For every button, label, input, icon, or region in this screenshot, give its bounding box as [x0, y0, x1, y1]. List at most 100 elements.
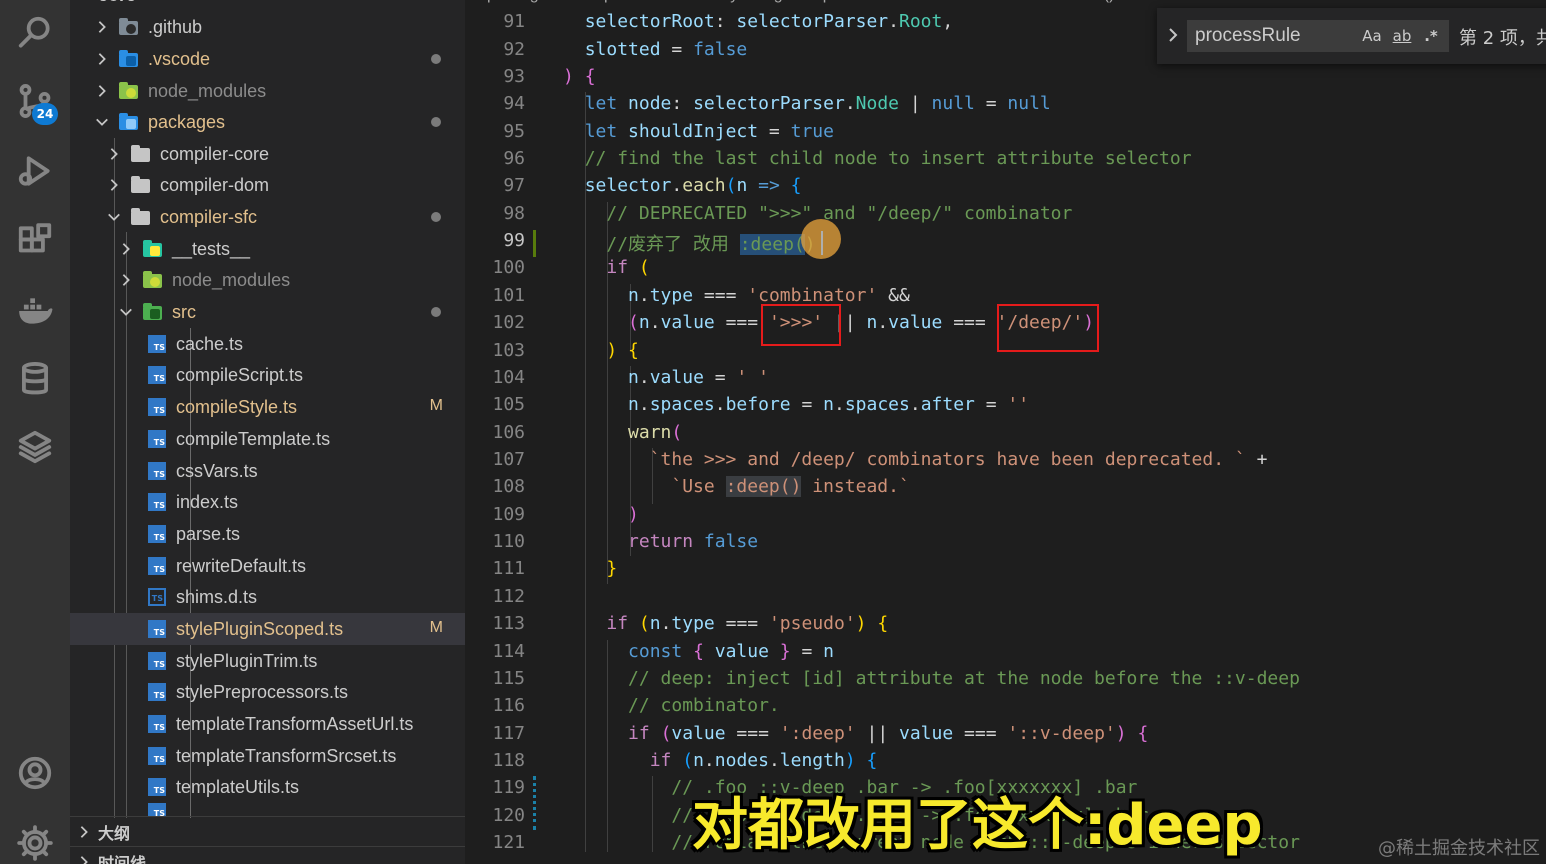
tree-folder-compiler-core[interactable]: compiler-core [70, 138, 465, 170]
timeline-section-header[interactable]: 时间线 [70, 846, 465, 864]
code-line[interactable]: 116 // combinator. [465, 695, 1546, 722]
code-line[interactable]: 96 // find the last child node to insert… [465, 148, 1546, 175]
typescript-file-icon: TS [146, 524, 168, 544]
highlight-box-deep [997, 304, 1099, 352]
code-line[interactable]: 113 if (n.type === 'pseudo') { [465, 613, 1546, 640]
tree-folder-node-modules-sfc[interactable]: node_modules [70, 264, 465, 296]
layers-icon[interactable] [14, 426, 56, 468]
tree-file[interactable]: TS compileTemplate.ts [70, 423, 465, 455]
typescript-file-icon: TS [146, 334, 168, 354]
folder-packages-icon [118, 112, 140, 132]
code-line[interactable]: 98 // DEPRECATED ">>>" and "/deep/" comb… [465, 203, 1546, 230]
code-line-active[interactable]: 99 //废弃了 改用 :deep() [465, 230, 1546, 257]
tree-folder-packages[interactable]: packages [70, 106, 465, 138]
code-line[interactable]: 97 selector.each(n => { [465, 175, 1546, 202]
code-line[interactable]: 109 ) [465, 504, 1546, 531]
extensions-icon[interactable] [14, 220, 56, 262]
find-result-count: 第 2 项，共 [1459, 28, 1546, 49]
tree-folder-compiler-dom[interactable]: compiler-dom [70, 169, 465, 201]
code-line[interactable]: 117 if (value === ':deep' || value === '… [465, 723, 1546, 750]
word-highlight: :deep() [725, 476, 802, 497]
modified-badge: M [429, 397, 443, 414]
explorer-sidebar: core .github .vscode node_modules packag… [70, 0, 465, 864]
code-line[interactable]: 108 `Use :deep() instead.` [465, 476, 1546, 503]
folder-node-icon [142, 270, 164, 290]
chevron-right-icon [118, 272, 134, 288]
code-line[interactable]: 107 `the >>> and /deep/ combinators have… [465, 449, 1546, 476]
tree-file-cut[interactable]: TS [70, 803, 465, 817]
tree-file[interactable]: TS rewriteDefault.ts [70, 550, 465, 582]
settings-gear-icon[interactable] [14, 822, 56, 864]
outline-section-header[interactable]: 大纲 [70, 816, 465, 846]
tree-file[interactable]: TS stylePluginTrim.ts [70, 645, 465, 677]
folder-icon [130, 175, 152, 195]
typescript-file-icon: TS [146, 714, 168, 734]
tree-folder-node-modules[interactable]: node_modules [70, 75, 465, 107]
code-editor[interactable]: packages > compiler-sfc > src > stylePlu… [465, 0, 1546, 864]
tree-file[interactable]: TS parse.ts [70, 518, 465, 550]
typescript-file-icon: TS [146, 461, 168, 481]
folder-vscode-icon [118, 49, 140, 69]
tree-file[interactable]: TS compileStyle.ts M [70, 391, 465, 423]
typescript-file-icon: TS [146, 777, 168, 797]
folder-open-icon [130, 207, 152, 227]
run-debug-icon[interactable] [14, 150, 56, 192]
typescript-file-icon: TS [146, 803, 168, 817]
modified-dot [431, 307, 441, 317]
folder-src-icon [142, 302, 164, 322]
chevron-right-icon [106, 177, 122, 193]
typescript-file-icon: TS [146, 682, 168, 702]
tree-folder-cut-top[interactable]: core [70, 0, 465, 6]
folder-node-icon [118, 81, 140, 101]
tree-folder-tests[interactable]: __tests__ [70, 233, 465, 265]
search-icon[interactable] [14, 12, 56, 54]
toggle-replace-chevron-icon[interactable] [1165, 26, 1181, 44]
chevron-right-icon [118, 241, 134, 257]
chevron-right-icon [94, 51, 110, 67]
code-line[interactable]: 93) { [465, 66, 1546, 93]
code-line[interactable]: 100 if ( [465, 257, 1546, 284]
activity-bar: 24 [0, 0, 70, 864]
code-line[interactable]: 105 n.spaces.before = n.spaces.after = '… [465, 394, 1546, 421]
database-icon[interactable] [14, 358, 56, 400]
modified-dot [431, 117, 441, 127]
whole-word-toggle[interactable]: ab [1389, 24, 1415, 48]
code-line[interactable]: 104 n.value = ' ' [465, 367, 1546, 394]
folder-icon [130, 144, 152, 164]
code-line[interactable]: 94 let node: selectorParser.Node | null … [465, 93, 1546, 120]
tree-file[interactable]: TS cssVars.ts [70, 455, 465, 487]
code-line[interactable]: 114 const { value } = n [465, 641, 1546, 668]
tree-file[interactable]: TS templateUtils.ts [70, 771, 465, 803]
match-case-toggle[interactable]: Aa [1361, 24, 1383, 48]
tree-file[interactable]: TS templateTransformSrcset.ts [70, 740, 465, 772]
tree-folder-github[interactable]: .github [70, 11, 465, 43]
code-line[interactable]: 118 if (n.nodes.length) { [465, 750, 1546, 777]
typescript-file-icon: TS [146, 746, 168, 766]
find-widget: Aa ab .* 第 2 项，共 [1157, 8, 1546, 64]
chevron-right-icon [76, 824, 92, 840]
docker-icon[interactable] [14, 290, 56, 332]
code-line[interactable]: 115 // deep: inject [id] attribute at th… [465, 668, 1546, 695]
tree-file[interactable]: TS stylePreprocessors.ts [70, 676, 465, 708]
breadcrumb[interactable]: packages > compiler-sfc > src > stylePlu… [487, 0, 1177, 10]
code-line[interactable]: 95 let shouldInject = true [465, 121, 1546, 148]
regex-toggle[interactable]: .* [1421, 24, 1441, 48]
tree-folder-vscode[interactable]: .vscode [70, 43, 465, 75]
code-line[interactable]: 111 } [465, 558, 1546, 585]
tree-folder-compiler-sfc[interactable]: compiler-sfc [70, 201, 465, 233]
watermark: @稀土掘金技术社区 [1378, 838, 1540, 859]
code-line[interactable]: 106 warn( [465, 422, 1546, 449]
account-icon[interactable] [14, 752, 56, 794]
text-cursor [821, 231, 823, 255]
tree-file[interactable]: TS compileScript.ts [70, 359, 465, 391]
tree-file[interactable]: TS index.ts [70, 486, 465, 518]
typescript-file-icon: TS [146, 651, 168, 671]
tree-file-active[interactable]: TS stylePluginScoped.ts M [70, 613, 465, 645]
tree-file[interactable]: TS templateTransformAssetUrl.ts [70, 708, 465, 740]
tree-file[interactable]: TS shims.d.ts [70, 581, 465, 613]
code-line[interactable]: 112 [465, 586, 1546, 613]
tree-file[interactable]: TS cache.ts [70, 328, 465, 360]
chevron-right-icon [106, 146, 122, 162]
code-line[interactable]: 110 return false [465, 531, 1546, 558]
tree-folder-src[interactable]: src [70, 296, 465, 328]
